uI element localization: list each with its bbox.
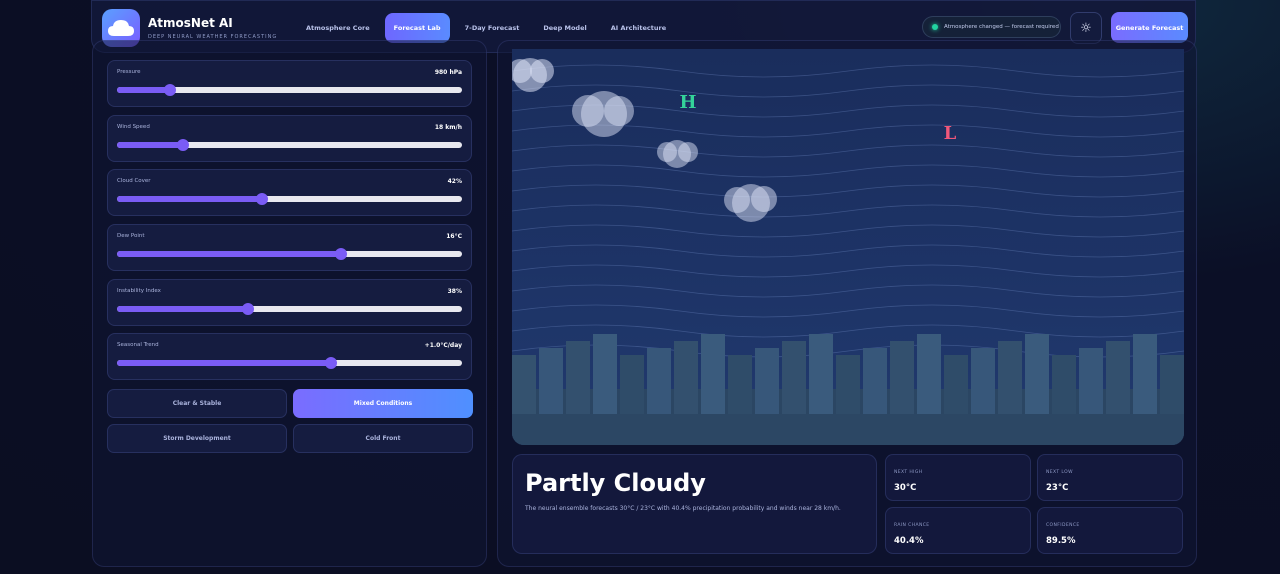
nav-atmosphere-core[interactable]: Atmosphere Core: [297, 13, 379, 43]
slider-fill: [117, 251, 342, 257]
slider-fill: [117, 360, 331, 366]
status-dot-icon: [932, 24, 938, 30]
slider-card-instability-index: Instability Index 38%: [107, 279, 472, 326]
stat-value: 89.5%: [1046, 536, 1076, 546]
atmosphere-scene: H L: [512, 58, 1184, 445]
sun-icon: ☼: [1080, 20, 1092, 36]
slider-value: 980 hPa: [434, 69, 462, 76]
slider-label: Dew Point: [117, 233, 145, 239]
stat-label: NEXT LOW: [1046, 470, 1073, 475]
stat-value: 23°C: [1046, 483, 1069, 493]
slider-card-seasonal-trend: Seasonal Trend +1.0°C/day: [107, 333, 472, 380]
cloud-icon: [572, 91, 634, 137]
stat-label: NEXT HIGH: [894, 470, 923, 475]
nav-forecast-lab[interactable]: Forecast Lab: [384, 13, 450, 43]
slider-card-cloud-cover: Cloud Cover 42%: [107, 169, 472, 216]
stat-value: 30°C: [894, 483, 917, 493]
slider-fill: [117, 142, 183, 148]
slider-fill: [117, 87, 171, 93]
atmosphere-map: H L: [512, 49, 1184, 445]
slider-value: 16°C: [446, 233, 462, 240]
stat-label: RAIN CHANCE: [894, 523, 930, 528]
slider-label: Cloud Cover: [117, 178, 151, 184]
forecast-visualization-panel: H L Partly Cloudy The neural ensemble fo…: [497, 40, 1197, 567]
nav-7-day-forecast[interactable]: 7-Day Forecast: [456, 13, 529, 43]
nav-ai-architecture[interactable]: AI Architecture: [602, 13, 675, 43]
slider-label: Instability Index: [117, 288, 161, 294]
slider-value: 18 km/h: [434, 124, 462, 131]
slider-value: 38%: [447, 288, 462, 295]
status-pill: Atmosphere changed — forecast required: [922, 16, 1061, 38]
slider-label: Pressure: [117, 69, 141, 75]
slider-thumb[interactable]: [255, 193, 268, 205]
stat-card-next-low: NEXT LOW 23°C: [1037, 454, 1183, 501]
slider-card-pressure: Pressure 980 hPa: [107, 60, 472, 107]
slider-card-wind-speed: Wind Speed 18 km/h: [107, 115, 472, 162]
slider-card-dew-point: Dew Point 16°C: [107, 224, 472, 271]
seasonal-trend-slider[interactable]: [117, 357, 462, 369]
main-nav: Atmosphere Core Forecast Lab 7-Day Forec…: [297, 13, 681, 43]
nav-deep-model[interactable]: Deep Model: [534, 13, 595, 43]
high-pressure-marker: H: [679, 92, 696, 113]
slider-label: Wind Speed: [117, 124, 150, 130]
stat-card-next-high: NEXT HIGH 30°C: [885, 454, 1031, 501]
forecast-summary-card: Partly Cloudy The neural ensemble foreca…: [512, 454, 877, 554]
preset-cold-front-button[interactable]: Cold Front: [293, 424, 473, 453]
brand-title: AtmosNet AI: [148, 16, 233, 30]
instability-index-slider[interactable]: [117, 303, 462, 315]
slider-thumb[interactable]: [335, 248, 348, 260]
slider-thumb[interactable]: [242, 303, 255, 315]
slider-thumb[interactable]: [176, 139, 189, 151]
slider-thumb[interactable]: [324, 357, 337, 369]
stat-label: CONFIDENCE: [1046, 523, 1080, 528]
slider-label: Seasonal Trend: [117, 342, 159, 348]
slider-fill: [117, 196, 262, 202]
slider-value: 42%: [447, 178, 462, 185]
pressure-slider[interactable]: [117, 84, 462, 96]
status-text: Atmosphere changed — forecast required: [944, 24, 1059, 30]
dew-point-slider[interactable]: [117, 248, 462, 260]
slider-value: +1.0°C/day: [424, 342, 462, 349]
stat-card-rain-chance: RAIN CHANCE 40.4%: [885, 507, 1031, 554]
wind-speed-slider[interactable]: [117, 139, 462, 151]
stat-card-confidence: CONFIDENCE 89.5%: [1037, 507, 1183, 554]
slider-thumb[interactable]: [164, 84, 177, 96]
atmosphere-controls-panel: Pressure 980 hPa Wind Speed 18 km/h Clou…: [92, 40, 487, 567]
preset-clear-stable-button[interactable]: Clear & Stable: [107, 389, 287, 418]
cloud-icon: [657, 140, 698, 168]
generate-forecast-button[interactable]: Generate Forecast: [1111, 12, 1188, 43]
preset-storm-development-button[interactable]: Storm Development: [107, 424, 287, 453]
low-pressure-marker: L: [944, 123, 957, 144]
stat-value: 40.4%: [894, 536, 924, 546]
forecast-description: The neural ensemble forecasts 30°C / 23°…: [525, 505, 841, 512]
cloud-cover-slider[interactable]: [117, 193, 462, 205]
forecast-condition: Partly Cloudy: [525, 469, 706, 497]
slider-fill: [117, 306, 249, 312]
preset-mixed-conditions-button[interactable]: Mixed Conditions: [293, 389, 473, 418]
